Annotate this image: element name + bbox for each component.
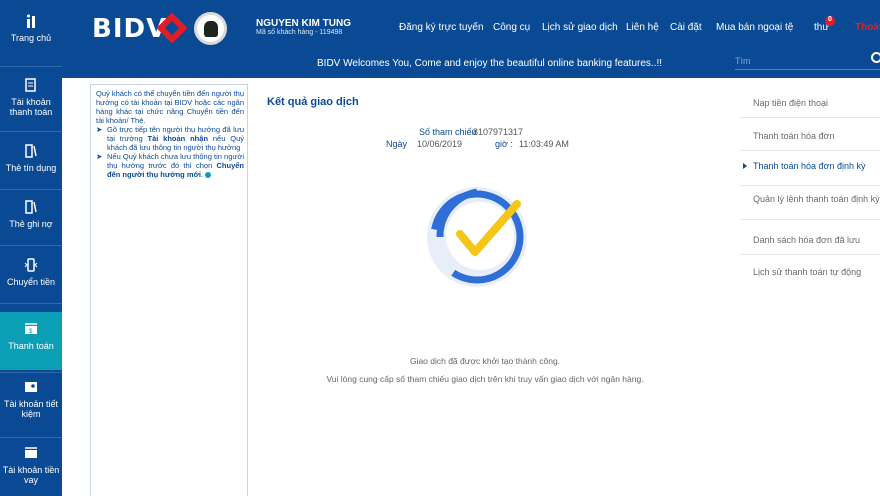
welcome-banner: BIDV Welcomes You, Come and enjoy the be… (317, 58, 663, 69)
sidebar-item-credit-card[interactable]: Thẻ tín dụng (0, 144, 62, 180)
sidebar-label-loan: Tài khoản tiền vay (2, 465, 60, 485)
customer-code: Mã số khách hàng - 119498 (256, 29, 343, 36)
sidebar-item-payment[interactable]: $ Thanh toán (0, 312, 62, 370)
account-icon (25, 78, 36, 92)
guide-intro: Quý khách có thể chuyển tiền đến người t… (96, 89, 244, 125)
sidebar-label-payment-account: Tài khoản thanh toán (9, 97, 53, 117)
info-dot-icon (205, 172, 212, 179)
logout-link[interactable]: Thoát (855, 22, 880, 33)
sidebar-divider (0, 372, 62, 373)
guide-text: . (200, 170, 204, 179)
guide-bullet: ➤ Gõ trực tiếp tên người thụ hưởng đã lư… (96, 125, 244, 152)
sidebar-label-credit-card: Thẻ tín dụng (5, 163, 57, 173)
sidebar-divider (0, 303, 62, 304)
guide-bullet-text: Gõ trực tiếp tên người thụ hưởng đã lưu … (107, 125, 244, 152)
sidebar-divider (0, 131, 62, 132)
sidebar-divider (0, 189, 62, 190)
sidebar-item-loan[interactable]: Tài khoản tiền vay (0, 446, 62, 496)
credit-card-icon (25, 144, 37, 158)
reference-instruction: Vui lòng cung cấp số tham chiếu giao dịc… (326, 374, 644, 384)
menu-item-saved-bills[interactable]: Danh sách hóa đơn đã lưu (740, 235, 880, 245)
sidebar-item-savings[interactable]: Tài khoản tiết kiệm (0, 380, 62, 430)
success-message: Giao dịch đã được khởi tạo thành công. (409, 356, 561, 366)
bidv-logo[interactable]: BIDV (92, 14, 167, 44)
sidebar-label-home: Trang chủ (10, 33, 52, 43)
menu-divider (740, 185, 880, 186)
nav-settings[interactable]: Cài đặt (670, 22, 702, 33)
sidebar-item-transfer[interactable]: Chuyển tiền (0, 258, 62, 298)
user-avatar[interactable] (194, 12, 227, 45)
menu-divider (740, 150, 880, 151)
sidebar-label-debit-card: Thẻ ghi nợ (9, 219, 53, 229)
transaction-time: 11:03:49 AM (519, 139, 569, 149)
guide-emphasis: Tài khoản nhận (147, 134, 209, 143)
sidebar-divider (0, 245, 62, 246)
reference-label: Số tham chiếu (419, 127, 477, 137)
time-label: giờ : (495, 139, 513, 149)
nav-contact[interactable]: Liên hệ (626, 22, 659, 33)
search-icon[interactable] (871, 52, 880, 63)
menu-divider (740, 254, 880, 255)
user-name: NGUYEN KIM TUNG (256, 18, 351, 29)
home-icon (27, 14, 35, 28)
sidebar-item-payment-account[interactable]: Tài khoản thanh toán (0, 78, 62, 128)
bullet-arrow-icon: ➤ (96, 125, 103, 134)
nav-foreign-exchange[interactable]: Mua bán ngoại tệ (716, 22, 793, 33)
reference-number: 8107971317 (473, 127, 524, 137)
success-check-icon (427, 187, 527, 287)
menu-item-recurring-bill[interactable]: Thanh toán hóa đơn định kỳ (740, 161, 880, 171)
sidebar-item-debit-card[interactable]: Thẻ ghi nợ (0, 200, 62, 236)
transfer-icon (24, 258, 38, 272)
menu-item-bill-payment[interactable]: Thanh toán hóa đơn (740, 131, 880, 141)
sidebar-divider (0, 66, 62, 67)
guide-bullet-text: Nếu Quý khách chưa lưu thông tin người t… (107, 152, 244, 179)
nav-transaction-history[interactable]: Lịch sử giao dịch (542, 22, 618, 33)
guide-bullet: ➤ Nếu Quý khách chưa lưu thông tin người… (96, 152, 244, 179)
sidebar-label-payment: Thanh toán (8, 341, 54, 351)
active-arrow-icon (743, 163, 747, 169)
sidebar-label-savings: Tài khoản tiết kiệm (3, 399, 59, 419)
loan-icon (25, 447, 37, 458)
bullet-arrow-icon: ➤ (96, 152, 103, 161)
search-input[interactable] (735, 52, 880, 70)
debit-card-icon (25, 200, 37, 214)
transfer-guide-text: Quý khách có thể chuyển tiền đến người t… (96, 89, 244, 179)
menu-item-auto-payment-history[interactable]: Lịch sử thanh toán tự động (740, 267, 880, 277)
notification-count: 0 (828, 16, 832, 23)
savings-icon (25, 382, 37, 392)
menu-item-phone-topup[interactable]: Nạp tiền điện thoại (740, 98, 880, 108)
menu-label-recurring-bill: Thanh toán hóa đơn định kỳ (753, 161, 866, 171)
sidebar-item-home[interactable]: Trang chủ (0, 14, 62, 54)
nav-online-registration[interactable]: Đăng ký trực tuyến (399, 22, 484, 33)
sidebar-label-transfer: Chuyển tiền (6, 277, 56, 287)
sidebar-divider (0, 437, 62, 438)
menu-divider (740, 219, 880, 220)
page-title: Kết quả giao dịch (267, 96, 359, 108)
menu-item-manage-recurring[interactable]: Quản lý lệnh thanh toán định kỳ (740, 194, 880, 204)
nav-tools[interactable]: Công cụ (493, 22, 530, 33)
menu-divider (740, 117, 880, 118)
payment-icon: $ (25, 323, 37, 335)
date-label: Ngày (386, 139, 408, 149)
transaction-date: 10/06/2019 (417, 139, 463, 149)
